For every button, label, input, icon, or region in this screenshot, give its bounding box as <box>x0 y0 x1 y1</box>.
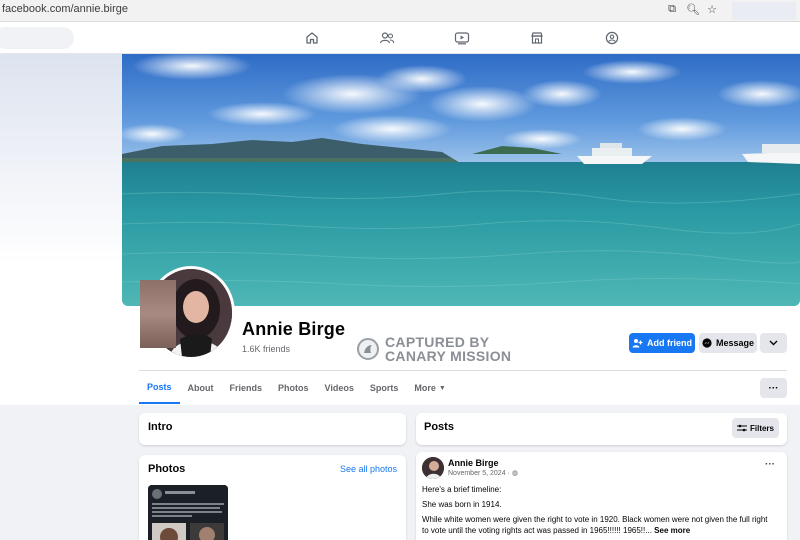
watermark-text: CAPTURED BY CANARY MISSION <box>385 334 512 364</box>
see-all-photos-link[interactable]: See all photos <box>340 464 397 474</box>
filters-label: Filters <box>749 423 774 433</box>
tab-videos[interactable]: Videos <box>317 372 362 404</box>
photo-thumbnail[interactable] <box>148 485 228 540</box>
friends-count[interactable]: 1.6K friends <box>242 344 290 354</box>
browser-toolbar: ⧉ 🔍︎ ☆ <box>666 3 718 16</box>
message-button[interactable]: Message <box>699 333 757 353</box>
post-author-name[interactable]: Annie Birge <box>448 458 499 468</box>
post-text-line-last: to vote until the voting rights act was … <box>422 525 782 536</box>
tab-more[interactable]: More ▼ <box>406 372 453 404</box>
groups-icon[interactable] <box>602 28 622 48</box>
facebook-top-nav <box>0 22 800 54</box>
url-text[interactable]: facebook.com/annie.birge <box>2 3 128 15</box>
intro-card: Intro <box>139 413 406 445</box>
filter-sliders-icon <box>736 424 747 432</box>
messenger-icon <box>702 338 712 348</box>
add-friend-button[interactable]: Add friend <box>629 333 695 353</box>
zoom-icon[interactable]: 🔍︎ <box>686 3 700 16</box>
post-text-tail: to vote until the voting rights act was … <box>422 526 652 535</box>
install-app-icon[interactable]: ⧉ <box>666 3 678 16</box>
photos-card: Photos See all photos <box>139 455 406 540</box>
profile-name: Annie Birge <box>242 319 346 339</box>
browser-address-bar: facebook.com/annie.birge ⧉ 🔍︎ ☆ <box>0 0 800 22</box>
watermark: CAPTURED BY CANARY MISSION <box>357 335 511 363</box>
tab-photos[interactable]: Photos <box>270 372 317 404</box>
filters-button[interactable]: Filters <box>732 418 779 438</box>
posts-header-card: Posts Filters <box>416 413 787 445</box>
more-dots-icon: ··· <box>768 382 779 394</box>
post-options-button[interactable]: ··· <box>765 459 775 470</box>
tab-posts[interactable]: Posts <box>139 372 180 404</box>
caret-down-icon: ▼ <box>438 384 446 392</box>
tab-sports[interactable]: Sports <box>362 372 407 404</box>
chevron-down-icon <box>769 340 778 346</box>
post-text-line: While white women were given the right t… <box>422 515 768 524</box>
post-card: Annie Birge November 5, 2024 · ◍ ··· Her… <box>416 452 787 540</box>
bookmark-star-icon[interactable]: ☆ <box>706 3 718 16</box>
photos-title: Photos <box>148 463 186 475</box>
posts-title: Posts <box>424 421 454 433</box>
tab-friends[interactable]: Friends <box>222 372 271 404</box>
profile-more-button[interactable] <box>760 333 787 353</box>
browser-profile-area[interactable] <box>732 2 796 20</box>
post-date[interactable]: November 5, 2024 · ◍ <box>448 469 518 477</box>
intro-title: Intro <box>148 421 173 433</box>
tab-more-label: More <box>414 383 436 393</box>
home-icon[interactable] <box>302 28 322 48</box>
add-person-icon <box>632 339 643 348</box>
globe-icon: ◍ <box>511 470 518 477</box>
canary-logo-icon <box>357 338 379 360</box>
post-date-text: November 5, 2024 · <box>448 470 510 477</box>
search-input[interactable] <box>0 27 74 49</box>
add-friend-label: Add friend <box>647 338 692 348</box>
profile-tabs: Posts About Friends Photos Videos Sports… <box>139 372 454 404</box>
blurred-region <box>140 280 176 348</box>
tab-about[interactable]: About <box>180 372 222 404</box>
post-text-line: Here's a brief timeline: <box>422 485 502 494</box>
video-icon[interactable] <box>452 28 472 48</box>
left-gradient-panel <box>0 54 122 404</box>
friends-icon[interactable] <box>377 28 397 48</box>
header-divider <box>139 370 787 371</box>
post-text-line: She was born in 1914. <box>422 500 502 509</box>
tabs-overflow-button[interactable]: ··· <box>760 378 787 398</box>
cover-photo[interactable] <box>122 54 800 306</box>
marketplace-icon[interactable] <box>527 28 547 48</box>
message-label: Message <box>715 338 755 348</box>
post-author-avatar[interactable] <box>422 457 444 479</box>
see-more-link[interactable]: See more <box>654 526 690 535</box>
